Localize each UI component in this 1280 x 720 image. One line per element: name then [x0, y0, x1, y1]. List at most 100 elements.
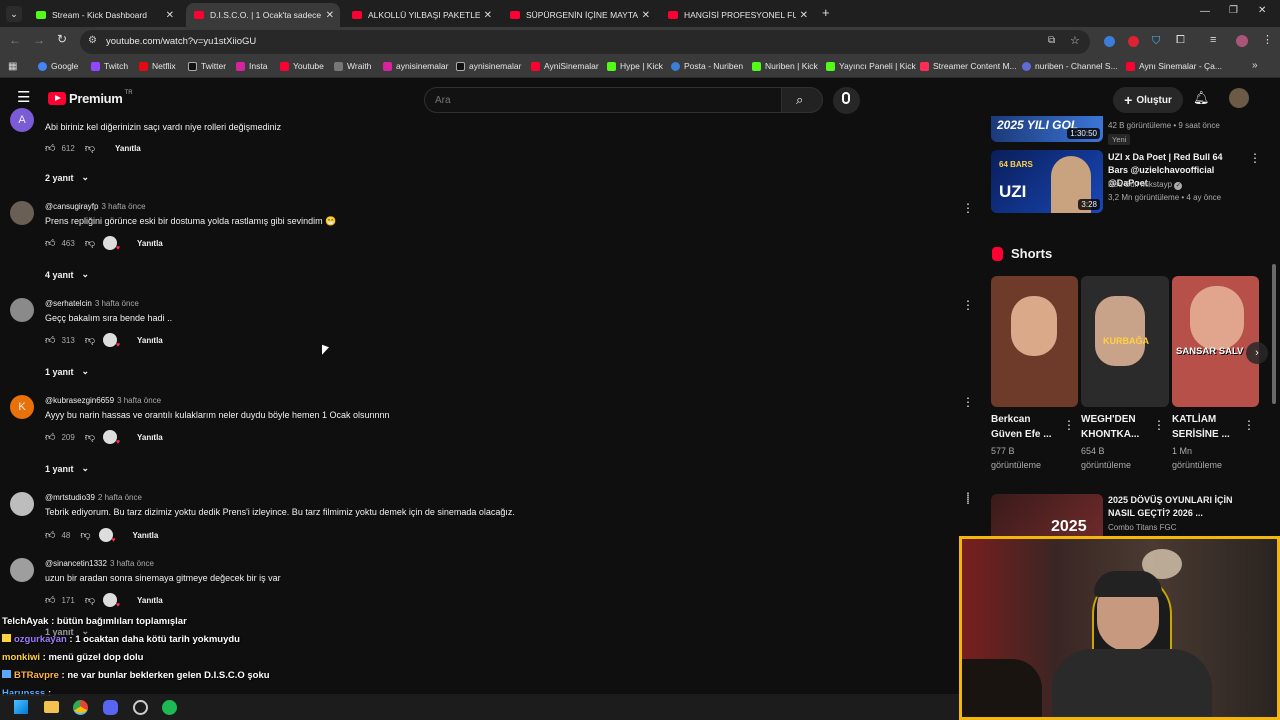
- forward-icon[interactable]: →: [33, 33, 45, 47]
- short-title[interactable]: KATLİAM SERİSİNE ...: [1172, 412, 1238, 442]
- tab-alkollu-yilbasi[interactable]: ALKOLLÜ YILBAŞI PAKETLERİNİ ✕: [344, 3, 498, 27]
- thumbs-up-icon[interactable]: 👍︎: [45, 142, 55, 154]
- reply-button[interactable]: Yanıtla: [115, 144, 141, 153]
- tab-disco-video[interactable]: D.I.S.C.O. | 1 Ocak'ta sadece sin ✕: [186, 3, 340, 27]
- bookmark-insta[interactable]: Insta: [236, 61, 267, 71]
- video-menu-icon[interactable]: ⋮: [1249, 151, 1261, 165]
- comment-avatar[interactable]: [10, 492, 34, 516]
- tab-hangisi-profesyonel[interactable]: HANGİSİ PROFESYONEL FUTBO ✕: [660, 3, 814, 27]
- comment-avatar[interactable]: [10, 201, 34, 225]
- reply-button[interactable]: Yanıtla: [137, 336, 163, 345]
- replies-toggle[interactable]: 1 yanıt ⌄: [45, 463, 89, 474]
- thumbs-up-icon[interactable]: 👍︎: [45, 594, 55, 606]
- reply-button[interactable]: Yanıtla: [137, 239, 163, 248]
- comment-menu-icon[interactable]: ⋮: [962, 395, 974, 409]
- thumbs-up-icon[interactable]: 👍︎: [45, 334, 55, 346]
- thumbs-down-icon[interactable]: 👎︎: [85, 142, 95, 154]
- discord-icon[interactable]: [103, 700, 118, 715]
- short-title[interactable]: Berkcan Güven Efe ...: [991, 412, 1057, 442]
- window-close-icon[interactable]: ✕: [1258, 5, 1266, 16]
- bookmark-ayni-sinemalar-ca[interactable]: Aynı Sinemalar - Ça...: [1126, 61, 1222, 71]
- browser-menu-icon[interactable]: ⋮: [1262, 33, 1273, 46]
- media-controls-icon[interactable]: ≡: [1210, 34, 1216, 46]
- reply-button[interactable]: Yanıtla: [133, 531, 159, 540]
- comment-avatar[interactable]: [10, 298, 34, 322]
- close-icon[interactable]: ✕: [642, 10, 650, 21]
- thumbs-up-icon[interactable]: 👍︎: [45, 529, 55, 541]
- bookmark-youtube[interactable]: Youtube: [280, 61, 324, 71]
- extensions-puzzle-icon[interactable]: ⧠: [1176, 34, 1185, 47]
- comment-avatar[interactable]: [10, 558, 34, 582]
- notifications-bell-icon[interactable]: 🔔︎: [1193, 90, 1210, 106]
- profile-avatar[interactable]: [1236, 35, 1248, 47]
- back-icon[interactable]: ←: [9, 33, 21, 47]
- new-tab-icon[interactable]: +: [822, 5, 830, 20]
- thumbs-down-icon[interactable]: 👎︎: [85, 334, 95, 346]
- sidebar-scrollbar[interactable]: [1272, 264, 1276, 404]
- comment-menu-icon[interactable]: ⋮: [962, 201, 974, 215]
- maximize-icon[interactable]: ❐: [1229, 5, 1238, 16]
- related-video-channel[interactable]: Combo Titans FGC: [1108, 523, 1176, 532]
- comment-avatar[interactable]: A: [10, 108, 34, 132]
- install-icon[interactable]: ⧉: [1048, 35, 1055, 46]
- thumbs-down-icon[interactable]: 👎︎: [85, 594, 95, 606]
- close-icon[interactable]: ✕: [484, 10, 492, 21]
- youtube-premium-logo[interactable]: Premium TR: [48, 90, 133, 106]
- apps-grid-icon[interactable]: ▦: [8, 61, 17, 72]
- short-thumbnail[interactable]: [991, 276, 1078, 407]
- replies-toggle[interactable]: 4 yanıt ⌄: [45, 269, 89, 280]
- thumbs-up-icon[interactable]: 👍︎: [45, 431, 55, 443]
- comment-menu-icon[interactable]: ⋮: [962, 298, 974, 312]
- reply-button[interactable]: Yanıtla: [137, 433, 163, 442]
- bookmark-google[interactable]: Google: [38, 61, 78, 71]
- related-video-thumbnail[interactable]: 64 BARS UZI 3:28: [991, 150, 1103, 213]
- chrome-icon[interactable]: [73, 700, 88, 715]
- bookmark-streamer-content[interactable]: Streamer Content M...: [920, 61, 1017, 71]
- spotify-icon[interactable]: [162, 700, 177, 715]
- close-icon[interactable]: ✕: [166, 10, 174, 21]
- replies-toggle[interactable]: 2 yanıt ⌄: [45, 172, 89, 183]
- bookmark-aynisinemalar-insta[interactable]: aynisinemalar: [383, 61, 448, 71]
- reply-button[interactable]: Yanıtla: [137, 596, 163, 605]
- related-video-thumbnail[interactable]: 2025 YILI GOL 1:30:50: [991, 116, 1103, 142]
- extension-icon[interactable]: [1128, 36, 1139, 47]
- thumbs-down-icon[interactable]: 👎︎: [85, 237, 95, 249]
- thumbs-up-icon[interactable]: 👍︎: [45, 237, 55, 249]
- related-video-channel[interactable]: Red Bull Mikstayp ✓: [1108, 180, 1183, 190]
- related-video-title[interactable]: 2025 DÖVÜŞ OYUNLARI İÇİN NASIL GEÇTİ? 20…: [1108, 494, 1243, 520]
- more-bookmarks-icon[interactable]: »: [1252, 60, 1258, 71]
- close-icon[interactable]: ✕: [326, 10, 334, 21]
- url-text[interactable]: youtube.com/watch?v=yu1stXiioGU: [106, 36, 256, 47]
- hamburger-menu-icon[interactable]: ☰: [17, 90, 30, 105]
- replies-toggle[interactable]: 1 yanıt ⌄: [45, 366, 89, 377]
- short-thumbnail[interactable]: KURBAĞA: [1081, 276, 1169, 407]
- thumbs-down-icon[interactable]: 👎︎: [85, 431, 95, 443]
- comment-avatar[interactable]: K: [10, 395, 34, 419]
- related-video-thumbnail[interactable]: 2025: [991, 494, 1103, 536]
- comment-author[interactable]: @sinancetin1332 3 hafta önce: [45, 559, 154, 568]
- short-title[interactable]: WEGH'DEN KHONTKA...: [1081, 412, 1151, 442]
- account-avatar[interactable]: [1229, 88, 1249, 108]
- tab-supurgenin[interactable]: SÜPÜRGENİN İÇİNE MAYTAP A ✕: [502, 3, 656, 27]
- shorts-next-button[interactable]: ›: [1246, 342, 1268, 364]
- shield-icon[interactable]: ⛉: [1152, 35, 1160, 48]
- obs-icon[interactable]: [133, 700, 148, 715]
- bookmark-star-icon[interactable]: ☆: [1070, 34, 1080, 47]
- bookmark-aynisinemalar-x[interactable]: aynisinemalar: [456, 61, 521, 71]
- minimize-icon[interactable]: —: [1200, 6, 1210, 17]
- short-menu-icon[interactable]: ⋮: [1243, 418, 1255, 432]
- address-bar[interactable]: ⚙ youtube.com/watch?v=yu1stXiioGU ⧉ ☆: [80, 30, 1090, 54]
- file-explorer-icon[interactable]: [44, 701, 59, 713]
- tab-search-button[interactable]: ⌄: [6, 6, 22, 22]
- thumbs-down-icon[interactable]: 👎︎: [80, 529, 90, 541]
- extension-icon[interactable]: [1104, 36, 1115, 47]
- comment-author[interactable]: @mrtstudio39 2 hafta önce: [45, 493, 142, 502]
- create-button[interactable]: + Oluştur: [1113, 87, 1183, 113]
- comment-author[interactable]: @kubrasezgin6659 3 hafta önce: [45, 396, 161, 405]
- bookmark-nuriben-kick[interactable]: Nuriben | Kick: [752, 61, 818, 71]
- bookmark-posta[interactable]: Posta - Nuriben: [671, 61, 743, 71]
- site-info-icon[interactable]: ⚙: [88, 35, 97, 46]
- close-icon[interactable]: ✕: [800, 10, 808, 21]
- short-thumbnail[interactable]: SANSAR SALV: [1172, 276, 1259, 407]
- comment-author[interactable]: @cansugirayfp 3 hafta önce: [45, 202, 146, 211]
